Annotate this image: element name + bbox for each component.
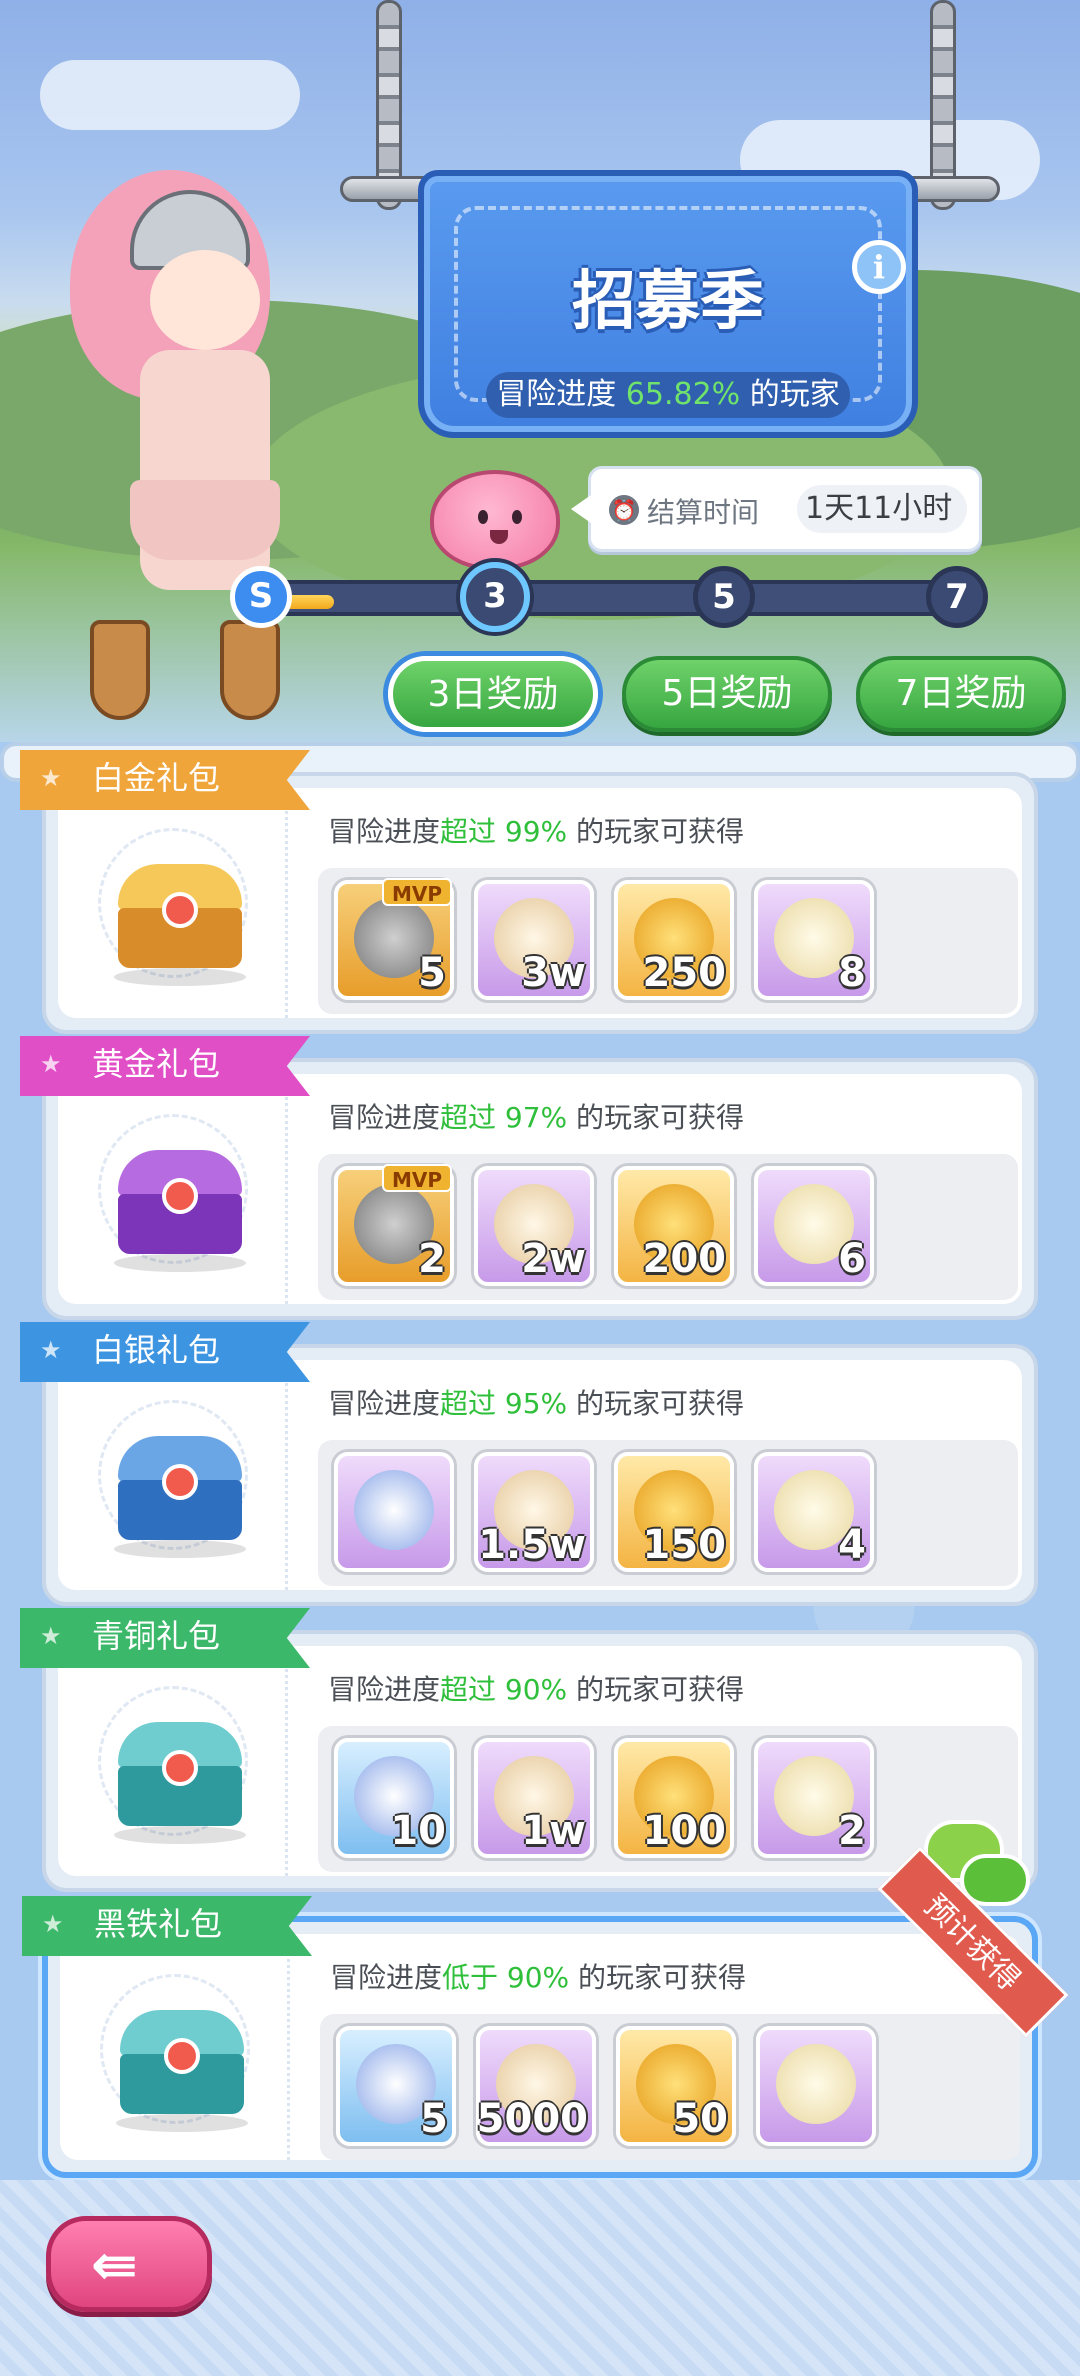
knight-character bbox=[70, 150, 310, 730]
back-arrow-icon: ⇚ bbox=[91, 2233, 138, 2298]
day-progress-track bbox=[236, 580, 986, 616]
item-count: 5 bbox=[418, 950, 446, 996]
star-icon: ★ bbox=[40, 1336, 62, 1364]
item-count: 2 bbox=[418, 1236, 446, 1282]
reward-item-potion[interactable]: 8 bbox=[754, 880, 874, 1000]
tier-name-ribbon: ★ 白金礼包 bbox=[20, 750, 310, 810]
tier-requirement: 冒险进度超过 99% 的玩家可获得 bbox=[328, 815, 745, 848]
reward-item-coins[interactable]: 100 bbox=[614, 1738, 734, 1858]
reward-item-list: MVP 2 2w 200 6 bbox=[318, 1154, 1018, 1300]
item-count: 2 bbox=[838, 1808, 866, 1854]
item-count: 10 bbox=[390, 1808, 446, 1854]
star-icon: ★ bbox=[40, 1622, 62, 1650]
item-count: 150 bbox=[642, 1522, 727, 1568]
reward-item-list: 10 1w 100 2 bbox=[318, 1726, 1018, 1872]
tier-requirement: 冒险进度低于 90% 的玩家可获得 bbox=[330, 1961, 747, 1994]
item-count: 100 bbox=[642, 1808, 727, 1854]
treasure-chest-icon bbox=[118, 864, 242, 968]
reward-item-scroll[interactable]: 5000 bbox=[476, 2026, 596, 2146]
reward-item-coins[interactable]: 200 bbox=[614, 1166, 734, 1286]
item-count: 250 bbox=[642, 950, 727, 996]
track-node-5[interactable]: 5 bbox=[693, 566, 755, 628]
adventure-progress: 冒险进度 65.82% 的玩家 bbox=[486, 372, 850, 418]
treasure-chest-icon bbox=[118, 1436, 242, 1540]
reward-item-potion[interactable]: 6 bbox=[754, 1166, 874, 1286]
book-icon bbox=[354, 1470, 434, 1550]
back-button[interactable]: ⇚ bbox=[46, 2216, 212, 2312]
item-count: 4 bbox=[838, 1522, 866, 1568]
season-title: 招募季 bbox=[572, 265, 764, 339]
reward-item-list: MVP 5 3w 250 8 bbox=[318, 868, 1018, 1014]
reward-item-potion[interactable]: 2 bbox=[754, 1738, 874, 1858]
tier-requirement: 冒险进度超过 90% 的玩家可获得 bbox=[328, 1673, 745, 1706]
reward-item-book[interactable]: 10 bbox=[334, 1738, 454, 1858]
star-icon: ★ bbox=[42, 1910, 64, 1938]
reward-item-list: 1.5w 150 4 bbox=[318, 1440, 1018, 1586]
tab-day-3-reward[interactable]: 3日奖励 bbox=[388, 656, 598, 732]
star-icon: ★ bbox=[40, 764, 62, 792]
reward-item-coins[interactable]: 250 bbox=[614, 880, 734, 1000]
treasure-chest-icon bbox=[120, 2010, 244, 2114]
settlement-countdown: 1天11小时 bbox=[797, 485, 967, 533]
progress-percent: 65.82% bbox=[625, 377, 741, 412]
track-node-7[interactable]: 7 bbox=[926, 566, 988, 628]
info-button[interactable]: i bbox=[852, 240, 906, 294]
tier-name-ribbon: ★ 白银礼包 bbox=[20, 1322, 310, 1382]
reward-item-potion[interactable]: 4 bbox=[754, 1452, 874, 1572]
reward-item-mvp-card[interactable]: MVP 2 bbox=[334, 1164, 454, 1286]
season-banner: 招募季 冒险进度 65.82% 的玩家 bbox=[418, 170, 918, 438]
reward-item-book[interactable]: 5 bbox=[336, 2026, 456, 2146]
reward-item-scroll[interactable]: 3w bbox=[474, 880, 594, 1000]
treasure-chest-icon bbox=[118, 1722, 242, 1826]
reward-item-mvp-card[interactable]: MVP 5 bbox=[334, 878, 454, 1000]
tier-name-ribbon: ★ 青铜礼包 bbox=[20, 1608, 310, 1668]
star-icon: ★ bbox=[40, 1050, 62, 1078]
item-count: 1w bbox=[521, 1808, 586, 1854]
tier-requirement: 冒险进度超过 95% 的玩家可获得 bbox=[328, 1387, 745, 1420]
item-count: 2w bbox=[521, 1236, 586, 1282]
treasure-chest-icon bbox=[118, 1150, 242, 1254]
item-count: 200 bbox=[642, 1236, 727, 1282]
reward-item-scroll[interactable]: 2w bbox=[474, 1166, 594, 1286]
mvp-tag: MVP bbox=[381, 878, 452, 906]
item-count: 5 bbox=[420, 2096, 448, 2142]
settlement-time-bubble: ⏰ 结算时间 1天11小时 bbox=[571, 466, 982, 552]
reward-item-list: 5 5000 50 bbox=[320, 2014, 1020, 2160]
reward-item-coins[interactable]: 50 bbox=[616, 2026, 736, 2146]
tier-name-ribbon: ★ 黄金礼包 bbox=[20, 1036, 310, 1096]
tier-requirement: 冒险进度超过 97% 的玩家可获得 bbox=[328, 1101, 745, 1134]
item-count: 5000 bbox=[476, 2096, 588, 2142]
reward-item-potion[interactable] bbox=[756, 2026, 876, 2146]
reward-tier-card: 冒险进度超过 90% 的玩家可获得 10 1w 100 2 ★ 青铜礼包 bbox=[20, 1608, 1038, 1892]
item-count: 8 bbox=[838, 950, 866, 996]
reward-item-book[interactable] bbox=[334, 1452, 454, 1572]
item-count: 50 bbox=[672, 2096, 728, 2142]
reward-tier-card: 冒险进度超过 99% 的玩家可获得 MVP 5 3w 250 8 ★ 白金礼包 bbox=[20, 750, 1038, 1034]
potion-icon bbox=[776, 2044, 856, 2124]
item-count: 6 bbox=[838, 1236, 866, 1282]
tab-day-5-reward[interactable]: 5日奖励 bbox=[622, 656, 832, 732]
reward-tier-card: 冒险进度低于 90% 的玩家可获得 5 5000 50 ★ 黑铁礼包 bbox=[22, 1896, 1038, 2178]
alarm-clock-icon: ⏰ bbox=[609, 495, 639, 525]
track-node-start: S bbox=[230, 566, 292, 628]
reward-tier-card: 冒险进度超过 95% 的玩家可获得 1.5w 150 4 ★ 白银礼包 bbox=[20, 1322, 1038, 1606]
mvp-tag: MVP bbox=[381, 1164, 452, 1192]
reward-item-scroll[interactable]: 1.5w bbox=[474, 1452, 594, 1572]
reward-item-scroll[interactable]: 1w bbox=[474, 1738, 594, 1858]
item-count: 1.5w bbox=[478, 1522, 586, 1568]
tier-name-ribbon: ★ 黑铁礼包 bbox=[22, 1896, 312, 1956]
reward-item-coins[interactable]: 150 bbox=[614, 1452, 734, 1572]
track-node-3[interactable]: 3 bbox=[460, 562, 530, 632]
item-count: 3w bbox=[521, 950, 586, 996]
tab-day-7-reward[interactable]: 7日奖励 bbox=[856, 656, 1066, 732]
reward-tier-card: 冒险进度超过 97% 的玩家可获得 MVP 2 2w 200 6 ★ 黄金礼包 bbox=[20, 1036, 1038, 1320]
poring-mascot bbox=[430, 470, 560, 570]
